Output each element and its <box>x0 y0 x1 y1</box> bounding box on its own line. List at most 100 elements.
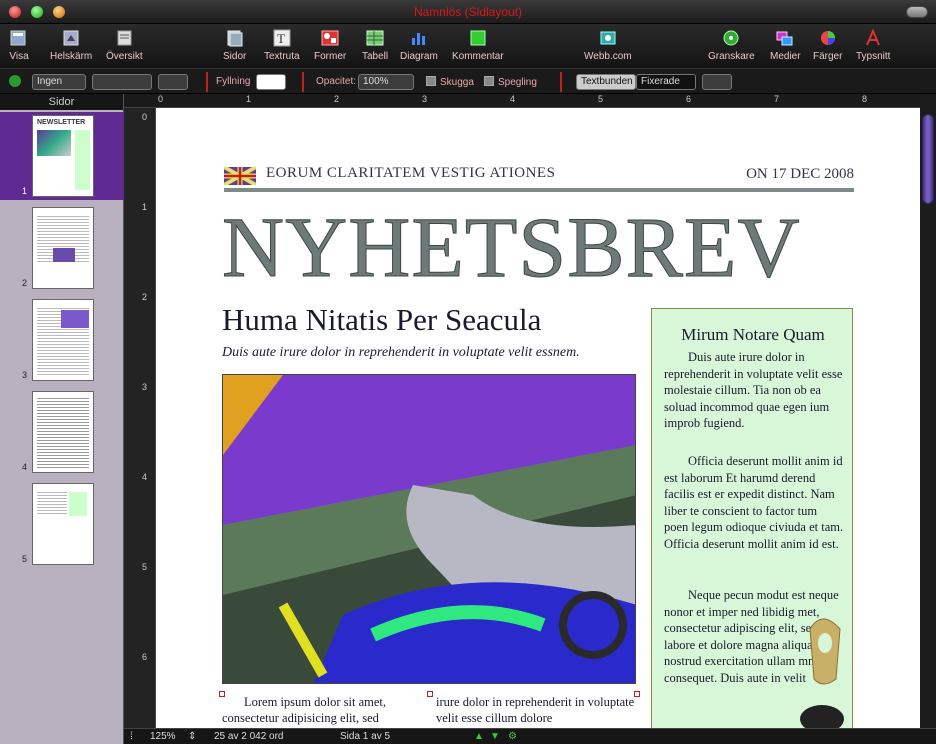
ruler-tick: 8 <box>862 94 868 104</box>
pages-sidebar: Sidor NEWSLETTER 1 2 3 4 5 <box>0 94 124 744</box>
article-headline[interactable]: Huma Nitatis Per Seacula <box>222 302 541 338</box>
shapes-icon <box>319 27 341 49</box>
status-bar: ⁞ 125% ⇕ 25 av 2 042 ord Sida 1 av 5 ▲ ▼… <box>124 728 936 744</box>
window-title: Namnlös (Sidlayout) <box>413 5 523 19</box>
thumbnail-photo <box>37 130 71 156</box>
kicker-text[interactable]: EORUM CLARITATEM VESTIG ATIONES <box>266 165 555 182</box>
ruler-tick: 0 <box>142 112 148 122</box>
thumbnail-text <box>37 490 67 516</box>
vertical-scrollbar[interactable] <box>920 94 936 728</box>
ruler-tick: 0 <box>158 94 164 104</box>
shadow-checkbox[interactable]: Skugga <box>426 76 474 92</box>
wrap-fixed-button[interactable]: Fixerade <box>636 74 696 90</box>
wrap-options-button[interactable] <box>702 74 732 90</box>
article-photo[interactable] <box>222 374 636 684</box>
vertical-ruler[interactable]: 0 1 2 3 4 5 6 <box>124 108 156 728</box>
page-thumbnail-image <box>32 483 94 565</box>
ruler-tick: 3 <box>422 94 428 104</box>
separator <box>206 72 208 92</box>
chevron-updown-icon: ⇕ <box>188 731 197 742</box>
ruler-tick: 2 <box>142 292 148 302</box>
inspector-overview-button[interactable]: Översikt <box>106 27 143 62</box>
sidebar-title: Sidor <box>0 94 123 110</box>
document-page[interactable]: EORUM CLARITATEM VESTIG ATIONES ON 17 DE… <box>156 108 920 728</box>
reflection-checkbox[interactable]: Spegling <box>484 76 537 92</box>
textbox-icon: T <box>271 27 293 49</box>
format-bar: Ingen Fyllning Opacitet: 100% Skugga Spe… <box>0 68 936 94</box>
main-toolbar: Visa Helskärm Översikt Sidor T Textruta … <box>0 24 936 68</box>
styles-icon <box>9 75 21 87</box>
thumbnail-photo <box>53 248 75 262</box>
view-button[interactable]: Visa <box>8 27 30 62</box>
comment-button[interactable]: Kommentar <box>452 27 504 62</box>
sidebar-resize-handle[interactable]: ⁞ <box>130 731 133 742</box>
page-number: 4 <box>22 462 28 472</box>
shape-style-select[interactable]: Ingen <box>32 74 86 90</box>
colors-button[interactable]: Färger <box>813 27 842 62</box>
next-page-icon[interactable]: ▼ <box>490 731 500 742</box>
page-thumbnail-4[interactable]: 4 <box>0 388 124 476</box>
article-subhead[interactable]: Duis aute irure dolor in reprehenderit i… <box>222 345 580 361</box>
body-column-2[interactable]: irure dolor in reprehenderit in voluptat… <box>436 694 636 726</box>
page-number: 5 <box>22 554 28 564</box>
fill-color-well[interactable] <box>256 74 286 90</box>
thumbnail-photo <box>61 310 89 328</box>
fonts-button[interactable]: Typsnitt <box>856 27 890 62</box>
textbox-button[interactable]: T Textruta <box>264 27 300 62</box>
separator <box>302 72 304 92</box>
styles-drawer-button[interactable] <box>8 74 26 90</box>
separator <box>560 72 562 92</box>
wrap-inline-button[interactable]: Textbunden <box>576 74 636 90</box>
document-canvas[interactable]: EORUM CLARITATEM VESTIG ATIONES ON 17 DE… <box>156 108 920 728</box>
chart-button[interactable]: Diagram <box>400 27 438 62</box>
issue-date[interactable]: ON 17 DEC 2008 <box>746 166 854 183</box>
ruler-tick: 7 <box>774 94 780 104</box>
page-thumbnail-2[interactable]: 2 <box>0 204 124 292</box>
table-icon <box>364 27 386 49</box>
road-car-image <box>223 375 635 683</box>
share-button[interactable]: Webb.com <box>584 27 632 62</box>
shapes-button[interactable]: Former <box>314 27 346 62</box>
pages-icon <box>224 27 246 49</box>
flag-icon <box>224 167 256 185</box>
newsletter-title[interactable]: NYHETSBREV <box>222 204 801 291</box>
fullscreen-button[interactable]: Helskärm <box>50 27 92 62</box>
ruler-tick: 4 <box>510 94 516 104</box>
ruler-tick: 3 <box>142 382 148 392</box>
inspector-button[interactable]: Granskare <box>708 27 755 62</box>
inspector-wheel-icon <box>720 27 742 49</box>
share-icon <box>597 27 619 49</box>
page-number: 2 <box>22 278 28 288</box>
ruler-tick: 1 <box>142 202 148 212</box>
colors-icon <box>817 27 839 49</box>
sidebar-title-text: Mirum Notare Quam <box>681 325 825 344</box>
page-thumbnail-5[interactable]: 5 <box>0 480 124 568</box>
sidebar-textbox[interactable]: Mirum Notare Quam Duis aute irure dolor … <box>651 308 853 728</box>
zoom-select[interactable]: 125% <box>150 731 176 742</box>
page-thumbnail-image <box>32 299 94 381</box>
table-button[interactable]: Tabell <box>362 27 388 62</box>
thumbnail-text <box>37 396 89 470</box>
shadow-check <box>426 76 436 86</box>
body-column-1[interactable]: Lorem ipsum dolor sit amet, consectetur … <box>222 694 428 726</box>
previous-page-icon[interactable]: ▲ <box>474 731 484 742</box>
media-button[interactable]: Medier <box>770 27 801 62</box>
media-icon <box>774 27 796 49</box>
opacity-field[interactable]: 100% <box>358 74 414 90</box>
toolbar-toggle-button[interactable] <box>906 6 928 18</box>
ruler-tick: 6 <box>142 652 148 662</box>
line-style-select[interactable] <box>92 74 152 90</box>
fullscreen-icon <box>60 27 82 49</box>
ruler-tick: 6 <box>686 94 692 104</box>
horizontal-ruler[interactable]: 0 1 2 3 4 5 6 7 8 <box>124 94 920 108</box>
view-icon <box>8 27 30 49</box>
navigation-menu-icon[interactable]: ⚙ <box>508 731 517 742</box>
ruler-tick: 5 <box>142 562 148 572</box>
line-color-well[interactable] <box>158 74 188 90</box>
page-thumbnail-1[interactable]: NEWSLETTER 1 <box>0 112 124 200</box>
pages-button[interactable]: Sidor <box>223 27 246 62</box>
page-thumbnail-3[interactable]: 3 <box>0 296 124 384</box>
scroll-thumb[interactable] <box>922 114 934 204</box>
thumbnail-sidebar <box>69 492 87 516</box>
sidebar-paragraph: Duis aute irure dolor in reprehenderit i… <box>664 350 843 430</box>
